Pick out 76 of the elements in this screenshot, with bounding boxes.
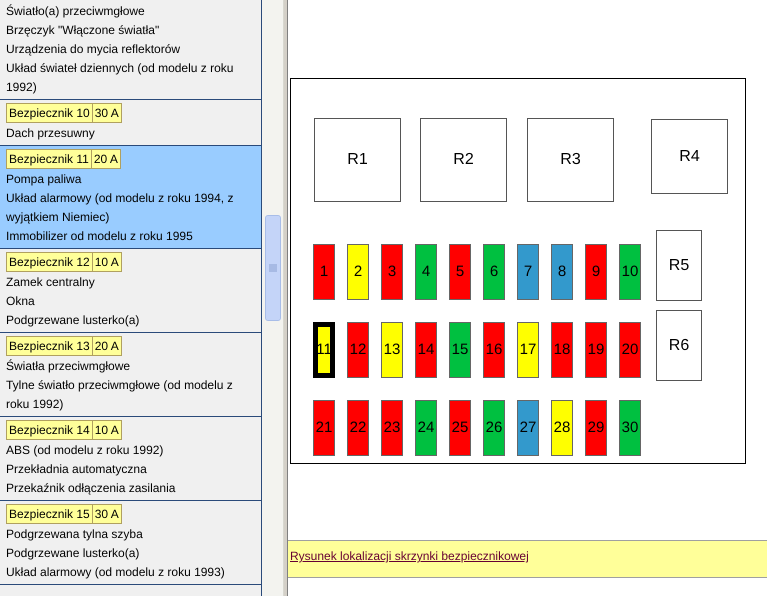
circuit-name: Urządzenia do mycia reflektorów <box>6 41 182 58</box>
circuit-name: Brzęczyk "Włączone światła" <box>6 22 160 39</box>
fuse-name: Bezpiecznik 12 <box>6 252 93 272</box>
fuse-rating: 10 A <box>92 420 122 440</box>
fuse-name: Bezpiecznik 15 <box>6 504 93 524</box>
fuse[interactable]: 5 <box>449 244 471 300</box>
fuse-entry[interactable]: Bezpiecznik 11 20 A Pompa paliwa Układ alarmowy (od modelu z roku 1994, z wyjątkiem Niemiec) Immobilizer od modelu z roku 1995 <box>0 146 261 249</box>
fuse[interactable]: 12 <box>347 322 369 378</box>
circuit-name: Dach przesuwny <box>6 125 96 142</box>
circuit-name: Układ świateł dziennych (od modelu z roku 1992) <box>6 60 234 96</box>
scrollbar-thumb[interactable] <box>264 215 280 321</box>
fuse[interactable]: 18 <box>551 322 573 378</box>
circuit-name: Okna <box>6 293 36 310</box>
fuse-entry[interactable]: Bezpiecznik 13 20 A Światła przeciwmgłowe Tylne światło przeciwmgłowe (od modelu z roku 1992) <box>0 333 261 417</box>
fuse[interactable]: 26 <box>483 400 505 456</box>
fuse[interactable]: 3 <box>381 244 403 300</box>
fuse[interactable]: 30 <box>619 400 641 456</box>
relay[interactable]: R5 <box>656 230 702 301</box>
fuse[interactable]: 14 <box>415 322 437 378</box>
circuit-name: Pompa paliwa <box>6 171 82 188</box>
fuse[interactable]: 21 <box>313 400 335 456</box>
fuse[interactable]: 27 <box>517 400 539 456</box>
fuse[interactable]: 23 <box>381 400 403 456</box>
grip-icon <box>268 264 276 272</box>
fuse-name: Bezpiecznik 13 <box>6 336 93 356</box>
fuse[interactable]: 7 <box>517 244 539 300</box>
fuse-entry[interactable]: Bezpiecznik 12 10 A Zamek centralny Okna Podgrzewane lusterko(a) <box>0 249 261 333</box>
fuse[interactable]: 4 <box>415 244 437 300</box>
relay[interactable]: R2 <box>420 118 507 202</box>
fuse-rating: 30 A <box>92 504 122 524</box>
fuse-name: Bezpiecznik 10 <box>6 103 93 123</box>
fuse[interactable]: 24 <box>415 400 437 456</box>
circuit-name: Podgrzewana tylna szyba <box>6 526 144 543</box>
fuse-entry[interactable]: Bezpiecznik 15 30 A Podgrzewana tylna szyba Podgrzewane lusterko(a) Układ alarmowy (od modelu z roku 1993) <box>0 501 261 585</box>
fuse[interactable]: 2 <box>347 244 369 300</box>
fuse-rating: 30 A <box>92 103 122 123</box>
fuse[interactable]: 17 <box>517 322 539 378</box>
circuit-name: Światła przeciwmgłowe <box>6 358 132 375</box>
fuse[interactable]: 1 <box>313 244 335 300</box>
fuse-rating: 20 A <box>92 149 121 169</box>
fuse[interactable]: 9 <box>585 244 607 300</box>
fuse-name: Bezpiecznik 14 <box>6 420 93 440</box>
circuit-name: ABS (od modelu z roku 1992) <box>6 442 164 459</box>
fuse-name: Bezpiecznik 11 <box>6 149 92 169</box>
relay[interactable]: R4 <box>651 119 728 194</box>
circuit-name: Światło(a) przeciwmgłowe <box>6 3 146 20</box>
circuit-name: Układ alarmowy (od modelu z roku 1994, z wyjątkiem Niemiec) <box>6 190 234 226</box>
fuse[interactable]: 15 <box>449 322 471 378</box>
circuit-name: Układ alarmowy (od modelu z roku 1993) <box>6 564 226 581</box>
circuit-name: Zamek centralny <box>6 274 96 291</box>
fuse[interactable]: 10 <box>619 244 641 300</box>
relay[interactable]: R3 <box>527 118 614 202</box>
circuit-name: Tylne światło przeciwmgłowe (od modelu z roku 1992) <box>6 377 234 413</box>
fuse[interactable]: 11 <box>313 322 335 378</box>
fuse-rating: 20 A <box>92 336 122 356</box>
circuit-name: Podgrzewane lusterko(a) <box>6 312 140 329</box>
fuse[interactable]: 16 <box>483 322 505 378</box>
fuse-entry[interactable]: Bezpiecznik 10 30 A Dach przesuwny <box>0 100 261 146</box>
fuse-entry[interactable]: Bezpiecznik 14 10 A ABS (od modelu z roku 1992) Przekładnia automatyczna Przekaźnik odłączenia zasilania <box>0 417 261 501</box>
fuse[interactable]: 28 <box>551 400 573 456</box>
fuse[interactable]: 19 <box>585 322 607 378</box>
fuse[interactable]: 6 <box>483 244 505 300</box>
circuit-name: Przekładnia automatyczna <box>6 461 148 478</box>
fuse[interactable]: 20 <box>619 322 641 378</box>
relay[interactable]: R1 <box>314 118 401 202</box>
fuse[interactable]: 22 <box>347 400 369 456</box>
circuit-name: Przekaźnik odłączenia zasilania <box>6 480 176 497</box>
circuit-name: Podgrzewane lusterko(a) <box>6 545 140 562</box>
relay[interactable]: R6 <box>656 310 702 381</box>
fuse[interactable]: 8 <box>551 244 573 300</box>
fuse-rating: 10 A <box>92 252 122 272</box>
circuit-name: Immobilizer od modelu z roku 1995 <box>6 228 194 245</box>
fuse[interactable]: 13 <box>381 322 403 378</box>
fuse[interactable]: 25 <box>449 400 471 456</box>
fuse[interactable]: 29 <box>585 400 607 456</box>
diagram-link[interactable]: Rysunek lokalizacji skrzynki bezpiecznikowej <box>290 549 529 563</box>
